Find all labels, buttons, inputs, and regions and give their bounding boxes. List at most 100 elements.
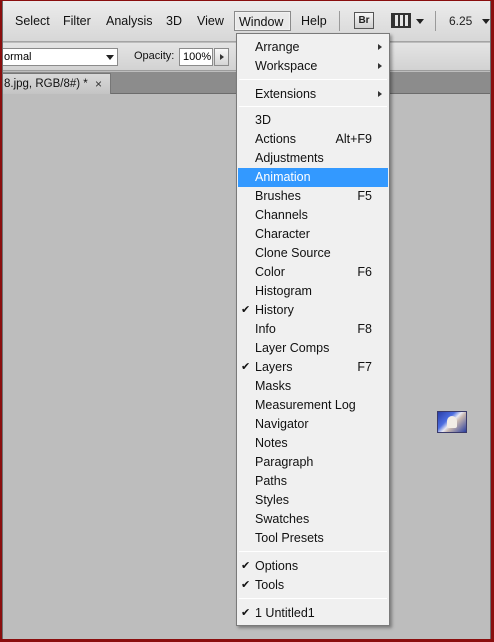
menu-item-label: Tool Presets	[255, 531, 324, 545]
menu-item-label: Arrange	[255, 40, 300, 54]
menubar-divider	[339, 11, 340, 31]
menu-item-shortcut: F6	[357, 265, 372, 279]
submenu-arrow-icon	[378, 63, 382, 69]
image-thumbnail	[437, 411, 467, 433]
menu-item-label: 3D	[255, 113, 271, 127]
menu-item-navigator[interactable]: Navigator	[238, 415, 388, 434]
menu-window[interactable]: Window	[234, 11, 291, 31]
menu-item-label: Measurement Log	[255, 398, 356, 412]
menu-item-clone-source[interactable]: Clone Source	[238, 244, 388, 263]
menu-item-options[interactable]: ✔ Options	[238, 557, 388, 576]
menu-item-untitled1[interactable]: ✔ 1 Untitled1	[238, 604, 388, 623]
menu-item-shortcut: F7	[357, 360, 372, 374]
submenu-arrow-icon	[378, 91, 382, 97]
menu-item-layer-comps[interactable]: Layer Comps	[238, 339, 388, 358]
menu-item-label: Masks	[255, 379, 292, 393]
menu-item-animation[interactable]: Animation	[238, 168, 388, 187]
menu-item-actions[interactable]: Actions Alt+F9	[238, 130, 388, 149]
menu-item-label: Workspace	[255, 59, 318, 73]
zoom-level[interactable]: 6.25	[449, 14, 472, 28]
menu-item-histogram[interactable]: Histogram	[238, 282, 388, 301]
menu-separator	[239, 106, 387, 107]
menu-filter[interactable]: Filter	[59, 11, 95, 31]
menu-item-notes[interactable]: Notes	[238, 434, 388, 453]
menu-item-shortcut: Alt+F9	[335, 132, 372, 146]
menu-separator	[239, 79, 387, 80]
menu-item-label: Actions	[255, 132, 296, 146]
checkmark-icon: ✔	[241, 304, 251, 316]
menu-item-measurement-log[interactable]: Measurement Log	[238, 396, 388, 415]
checkmark-icon: ✔	[241, 560, 251, 572]
menu-item-label: Channels	[255, 208, 308, 222]
close-icon[interactable]: ×	[95, 74, 102, 94]
opacity-field[interactable]: 100%	[179, 48, 213, 66]
bridge-button[interactable]: Br	[354, 12, 374, 29]
menu-view[interactable]: View	[193, 11, 228, 31]
menu-item-channels[interactable]: Channels	[238, 206, 388, 225]
menu-item-history[interactable]: ✔ History	[238, 301, 388, 320]
opacity-slider-button[interactable]	[214, 48, 229, 66]
window-menu-dropdown: Arrange Workspace Extensions 3D Actions …	[236, 33, 390, 626]
document-tab-title: 8.jpg, RGB/8#) *	[4, 78, 88, 90]
opacity-label: Opacity:	[134, 50, 175, 62]
menu-item-label: Paths	[255, 474, 287, 488]
screen-mode-icon[interactable]	[391, 13, 411, 28]
menu-item-label: Brushes	[255, 189, 301, 203]
menu-item-3d[interactable]: 3D	[238, 111, 388, 130]
menu-item-adjustments[interactable]: Adjustments	[238, 149, 388, 168]
menu-item-arrange[interactable]: Arrange	[238, 38, 388, 57]
menu-item-swatches[interactable]: Swatches	[238, 510, 388, 529]
menu-item-shortcut: F8	[357, 322, 372, 336]
menu-item-info[interactable]: Info F8	[238, 320, 388, 339]
menu-item-label: Navigator	[255, 417, 309, 431]
submenu-arrow-icon	[378, 44, 382, 50]
menu-item-label: Notes	[255, 436, 288, 450]
checkmark-icon: ✔	[241, 607, 251, 619]
menu-item-tool-presets[interactable]: Tool Presets	[238, 529, 388, 548]
menu-item-label: Clone Source	[255, 246, 331, 260]
document-tab[interactable]: 8.jpg, RGB/8#) * ×	[3, 73, 111, 94]
menu-item-label: Options	[255, 559, 299, 573]
checkmark-icon: ✔	[241, 579, 251, 591]
zoom-dropdown-icon[interactable]	[482, 19, 490, 24]
menu-item-label: History	[255, 303, 294, 317]
menu-item-label: Histogram	[255, 284, 312, 298]
menu-item-label: Adjustments	[255, 151, 324, 165]
menu-item-label: Styles	[255, 493, 290, 507]
menu-item-label: Info	[255, 322, 276, 336]
menu-item-label: Tools	[255, 578, 285, 592]
menu-item-label: Layer Comps	[255, 341, 330, 355]
menu-item-tools[interactable]: ✔ Tools	[238, 576, 388, 595]
menu-analysis[interactable]: Analysis	[102, 11, 157, 31]
menu-item-label: Extensions	[255, 87, 317, 101]
screen-mode-dropdown-icon[interactable]	[416, 19, 424, 24]
menu-item-color[interactable]: Color F6	[238, 263, 388, 282]
menu-item-shortcut: F5	[357, 189, 372, 203]
photoshop-window: Select Filter Analysis 3D View Window He…	[2, 1, 491, 639]
menu-item-label: Paragraph	[255, 455, 314, 469]
menu-3d[interactable]: 3D	[162, 11, 186, 31]
menu-help[interactable]: Help	[297, 11, 331, 31]
menu-item-layers[interactable]: ✔ Layers F7	[238, 358, 388, 377]
checkmark-icon: ✔	[241, 361, 251, 373]
menu-item-styles[interactable]: Styles	[238, 491, 388, 510]
menubar-divider	[435, 11, 436, 31]
menu-item-label: Swatches	[255, 512, 310, 526]
menu-select[interactable]: Select	[11, 11, 54, 31]
menu-separator	[239, 551, 387, 552]
menu-item-character[interactable]: Character	[238, 225, 388, 244]
chevron-right-icon	[220, 54, 224, 60]
menu-item-paragraph[interactable]: Paragraph	[238, 453, 388, 472]
menu-item-workspace[interactable]: Workspace	[238, 57, 388, 76]
menu-item-paths[interactable]: Paths	[238, 472, 388, 491]
blend-mode-value: ormal	[4, 51, 32, 63]
menu-item-label: Layers	[255, 360, 293, 374]
menu-item-label: Character	[255, 227, 310, 241]
menu-separator	[239, 598, 387, 599]
chevron-down-icon	[106, 55, 114, 60]
menu-item-masks[interactable]: Masks	[238, 377, 388, 396]
menu-item-label: Animation	[255, 170, 311, 184]
menu-item-brushes[interactable]: Brushes F5	[238, 187, 388, 206]
menu-item-extensions[interactable]: Extensions	[238, 85, 388, 104]
blend-mode-select[interactable]: ormal	[3, 48, 118, 66]
